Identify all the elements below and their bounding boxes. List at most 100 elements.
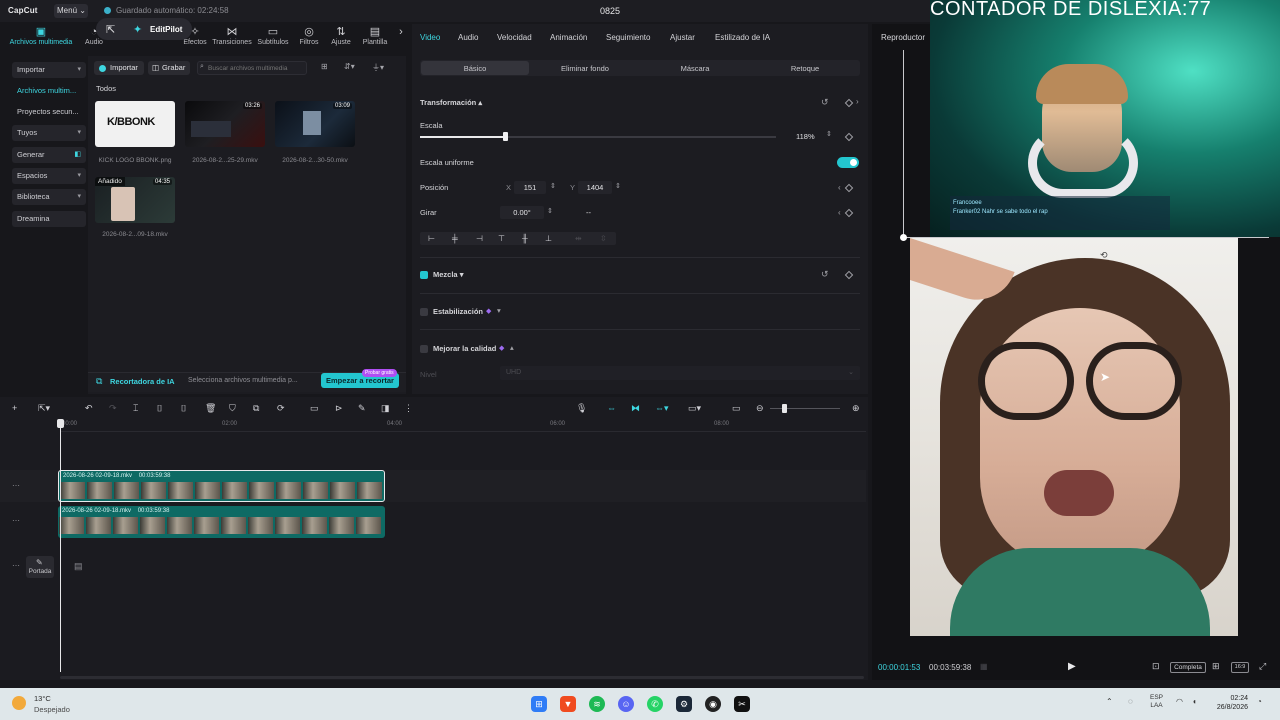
split-left-icon[interactable]: ⌷ bbox=[157, 403, 162, 414]
sidebar-item-yours[interactable]: Tuyos ▾ bbox=[12, 125, 86, 141]
stabilize-section-title[interactable]: Estabilización bbox=[433, 307, 483, 316]
zoom-out-icon[interactable]: ⊖ bbox=[756, 403, 764, 414]
cover-button[interactable]: ✎ Portada bbox=[26, 556, 54, 578]
tool-template[interactable]: ▤ Plantilla bbox=[358, 24, 392, 54]
fit-screen-icon[interactable]: ⊞ bbox=[1212, 661, 1220, 672]
redo-icon[interactable]: ↷ bbox=[109, 403, 117, 414]
whatsapp-icon[interactable]: ✆ bbox=[647, 696, 663, 712]
blend-section-title[interactable]: Mezcla ▾ bbox=[433, 270, 463, 279]
spotify-icon[interactable]: ≋ bbox=[589, 696, 605, 712]
zoom-slider-handle[interactable] bbox=[782, 404, 787, 413]
toolbar-more-button[interactable]: › bbox=[394, 24, 406, 54]
screen-icon[interactable]: ▭ bbox=[310, 403, 319, 414]
crop-icon[interactable]: ⧉ bbox=[253, 403, 259, 414]
split-right-icon[interactable]: ⌷ bbox=[181, 403, 186, 414]
reset-icon[interactable]: ↺ bbox=[821, 269, 829, 280]
playhead-handle[interactable] bbox=[57, 419, 64, 428]
enhance-checkbox[interactable] bbox=[420, 345, 428, 353]
network-icon[interactable]: ◌ bbox=[1128, 697, 1133, 706]
level-select[interactable]: UHD ⌄ bbox=[500, 366, 860, 380]
sidebar-item-generate[interactable]: Generar ◧ bbox=[12, 147, 86, 163]
zoom-slider[interactable] bbox=[770, 408, 840, 409]
tool-transitions[interactable]: ⋈ Transiciones bbox=[212, 24, 252, 54]
volume-icon[interactable]: ◖ bbox=[1192, 697, 1197, 706]
blend-checkbox[interactable] bbox=[420, 271, 428, 279]
weather-temp[interactable]: 13°C bbox=[34, 694, 51, 703]
obs-icon[interactable]: ◉ bbox=[705, 696, 721, 712]
chevron-up-icon[interactable]: ⌃ bbox=[1106, 697, 1113, 706]
subtab-mask[interactable]: Máscara bbox=[640, 64, 750, 73]
track-menu-icon[interactable]: ⋯ bbox=[12, 481, 20, 490]
full-quality-button[interactable]: Completa bbox=[1170, 662, 1206, 673]
rotate-handle-icon[interactable]: ⟲ bbox=[1100, 250, 1108, 261]
flip-horizontal-icon[interactable]: ⇹ bbox=[575, 234, 582, 243]
tool-adjust[interactable]: ⇅ Ajuste bbox=[328, 24, 354, 54]
track-menu-icon[interactable]: ⋯ bbox=[12, 516, 20, 525]
sidebar-item-subprojects[interactable]: Proyectos secun... bbox=[12, 104, 86, 120]
rotate-input[interactable]: 0.00° bbox=[500, 206, 544, 219]
align-bottom-icon[interactable]: ⊥ bbox=[545, 234, 552, 243]
add-icon[interactable]: + bbox=[12, 403, 17, 413]
capcut-taskbar-icon[interactable]: ✂ bbox=[734, 696, 750, 712]
video-clip-selected[interactable]: 2026-08-26 02-09-18.mkv 00:03:59:38 bbox=[58, 470, 385, 502]
subtab-retouch[interactable]: Retoque bbox=[750, 64, 860, 73]
select-tool-icon[interactable]: ⇱▾ bbox=[38, 403, 50, 414]
transition-icon[interactable]: ⊳ bbox=[335, 403, 343, 414]
stepper-icon[interactable]: ⇕ bbox=[550, 182, 556, 190]
subtab-basic[interactable]: Básico bbox=[421, 64, 529, 73]
tab-animation[interactable]: Animación bbox=[550, 33, 587, 42]
tab-tracking[interactable]: Seguimiento bbox=[606, 33, 650, 42]
weather-icon[interactable] bbox=[12, 696, 26, 710]
reset-icon[interactable]: ↺ bbox=[821, 97, 829, 108]
media-item-video-1[interactable]: 03:26 bbox=[185, 101, 265, 147]
sidebar-item-spaces[interactable]: Espacios ▾ bbox=[12, 168, 86, 184]
subtab-remove-bg[interactable]: Eliminar fondo bbox=[530, 64, 640, 73]
tab-audio[interactable]: Audio bbox=[458, 33, 478, 42]
link-icon[interactable]: ⧓ bbox=[631, 403, 640, 414]
timeline-scrollbar[interactable] bbox=[60, 676, 864, 679]
snapshot-icon[interactable]: ⊡ bbox=[1152, 661, 1160, 672]
tool-media[interactable]: ▣ Archivos multimedia bbox=[6, 24, 76, 54]
video-preview[interactable]: ⟲ ➤ bbox=[910, 238, 1238, 636]
align-top-icon[interactable]: ⊤ bbox=[498, 234, 505, 243]
keyboard-language[interactable]: ESP LAA bbox=[1150, 694, 1163, 710]
fullscreen-icon[interactable]: ⤢ bbox=[1259, 661, 1266, 672]
position-y-input[interactable]: 1404 bbox=[578, 181, 612, 194]
tool-captions[interactable]: ▭ Subtítulos bbox=[256, 24, 290, 54]
menu-button[interactable]: Menú ⌄ bbox=[54, 4, 88, 18]
track-menu-icon[interactable]: ⋯ bbox=[12, 561, 20, 570]
notification-icon[interactable]: ◔ bbox=[1257, 697, 1262, 706]
tab-ai-style[interactable]: Estilizado de IA bbox=[715, 33, 770, 42]
media-search-input[interactable] bbox=[197, 61, 307, 75]
scale-value[interactable]: 118% bbox=[796, 132, 815, 141]
filter-icon[interactable]: ⏚▾ bbox=[372, 62, 384, 73]
undo-icon[interactable]: ↶ bbox=[85, 403, 93, 414]
mirror-icon[interactable]: ◨ bbox=[381, 403, 390, 414]
media-item-kick-logo[interactable]: K/BBONK bbox=[95, 101, 175, 147]
brave-browser-icon[interactable]: ▼ bbox=[560, 696, 576, 712]
stepper-icon[interactable]: ⇕ bbox=[826, 130, 832, 138]
more-icon[interactable]: ⋮ bbox=[404, 403, 413, 414]
microphone-icon[interactable]: 🎙 bbox=[576, 403, 587, 414]
transform-section-title[interactable]: Transformación ▴ bbox=[420, 98, 482, 107]
weather-desc[interactable]: Despejado bbox=[34, 705, 70, 714]
system-clock[interactable]: 02:24 26/8/2026 bbox=[1212, 694, 1248, 712]
speed-icon[interactable]: ⟳ bbox=[277, 403, 285, 414]
align-center-v-icon[interactable]: ╫ bbox=[522, 234, 528, 243]
enhance-section-title[interactable]: Mejorar la calidad bbox=[433, 344, 496, 353]
sidebar-item-media[interactable]: Archivos multim... bbox=[12, 83, 86, 99]
position-x-input[interactable]: 151 bbox=[514, 181, 546, 194]
magnet-icon[interactable]: ⇔ bbox=[607, 403, 616, 413]
sidebar-item-dreamina[interactable]: Dreamina bbox=[12, 211, 86, 227]
caption-icon[interactable]: ▭ bbox=[732, 403, 741, 414]
media-item-video-3[interactable]: Añadido 04:35 bbox=[95, 177, 175, 223]
sidebar-item-library[interactable]: Biblioteca ▾ bbox=[12, 189, 86, 205]
steam-icon[interactable]: ⚙ bbox=[676, 696, 692, 712]
tool-filters[interactable]: ◎ Filtros bbox=[296, 24, 322, 54]
align-center-h-icon[interactable]: ╪ bbox=[452, 234, 458, 243]
align-right-icon[interactable]: ⊣ bbox=[476, 234, 483, 243]
record-button[interactable]: ◫ Grabar bbox=[148, 61, 190, 75]
shield-icon[interactable]: ⛉ bbox=[229, 403, 236, 414]
stepper-icon[interactable]: ⇕ bbox=[615, 182, 621, 190]
sidebar-item-import[interactable]: Importar ▾ bbox=[12, 62, 86, 78]
